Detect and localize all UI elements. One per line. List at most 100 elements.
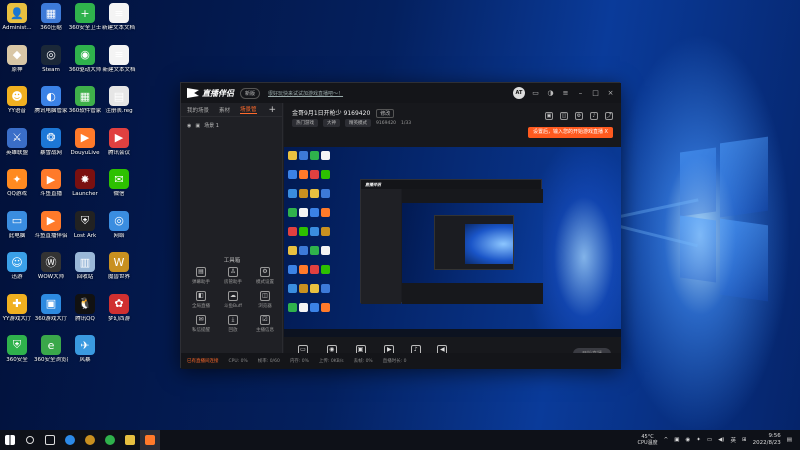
desktop-icon[interactable]: ▦ 360压缩	[34, 0, 68, 40]
desktop-icon[interactable]: ▶ DouyuLive	[68, 125, 102, 165]
desktop-icon[interactable]: ☻ YY语音	[0, 83, 34, 123]
nested-glow	[465, 224, 513, 264]
settings-icon[interactable]: ⚙	[575, 112, 583, 120]
room-tag[interactable]: 精英模式	[345, 119, 371, 127]
desktop-icon[interactable]: ▭ 此电脑	[0, 208, 34, 248]
tool-item[interactable]: ♙ 房管助手	[217, 267, 249, 285]
edit-title-button[interactable]: 修改	[376, 109, 395, 118]
desktop-icon[interactable]: ✸ Launcher	[68, 166, 102, 206]
desktop-icon[interactable]: Ⓦ WOW大师	[34, 249, 68, 289]
user-avatar[interactable]: AT	[513, 87, 525, 99]
taskbar-360[interactable]	[100, 430, 120, 450]
clock[interactable]: 9:56 2022/8/23	[753, 433, 781, 447]
start-button[interactable]	[0, 430, 20, 450]
tray-app-icon[interactable]: ✦	[696, 437, 701, 443]
ime-indicator[interactable]: 英	[730, 436, 736, 444]
desktop-icon[interactable]: ▥ 回收站	[68, 249, 102, 289]
task-view-button[interactable]	[40, 430, 60, 450]
tab-materials[interactable]: 素材	[219, 106, 230, 114]
app-titlebar[interactable]: 直播伴侣 新版 很好玩快来试试加游戏直播吧～！ AT ▭ ◑ ≡ – □ ×	[181, 83, 621, 103]
record-icon[interactable]: ▣	[545, 112, 553, 120]
desktop-icon[interactable]: ◐ 腾讯电脑管家	[34, 83, 68, 123]
desktop-icon[interactable]: ☺ 迅游	[0, 249, 34, 289]
live-preview[interactable]: 直播伴侣	[284, 147, 621, 337]
menu-icon[interactable]: ≡	[561, 89, 570, 98]
tool-item[interactable]: ⤓ 回放	[217, 315, 249, 333]
input-method-icon[interactable]: ⊞	[742, 437, 747, 443]
tool-item[interactable]: ☑ 主播信息	[249, 315, 281, 333]
tool-item[interactable]: ✉ 私信提醒	[185, 315, 217, 333]
desktop-icon[interactable]: ◆ 原神	[0, 42, 34, 82]
desktop-icon[interactable]: ≡ 新建文本文档	[102, 42, 136, 82]
taskbar-folder[interactable]	[120, 430, 140, 450]
tray-app-icon[interactable]: ◉	[685, 437, 690, 443]
add-scene-icon[interactable]: +	[268, 105, 276, 115]
desktop-icon-label: 360压缩	[40, 25, 62, 31]
stage-toolbar: ▣ ◫ ⚙ ♪ ⤴	[545, 112, 613, 120]
desktop-icon[interactable]: +360安全卫士	[68, 0, 102, 40]
desktop-icon[interactable]: ▣ 360游戏大厅	[34, 291, 68, 331]
close-icon[interactable]: ×	[606, 89, 615, 98]
setup-toast[interactable]: 设置后，输入您的开始游戏直播 X	[527, 127, 613, 138]
desktop-icon[interactable]: ◎ 网络	[102, 208, 136, 248]
app-icon: +	[75, 3, 95, 23]
desktop-icon[interactable]: ✉ 微信	[102, 166, 136, 206]
app-icon: ▥	[75, 252, 95, 272]
desktop-icon[interactable]: ▦ 360软件管家	[68, 83, 102, 123]
lock-icon[interactable]: ▣	[195, 123, 200, 129]
desktop-icon[interactable]: ⛨ 360安全	[0, 332, 34, 372]
desktop-icon[interactable]: ◎ Steam	[34, 42, 68, 82]
share-icon[interactable]: ⤴	[605, 112, 613, 120]
desktop-icon[interactable]: ◉ 360驱动大师	[68, 42, 102, 82]
taskbar-wow[interactable]	[80, 430, 100, 450]
room-tag[interactable]: 热门游戏	[292, 119, 318, 127]
volume-icon[interactable]: ◀)	[718, 437, 724, 443]
notice-link[interactable]: 很好玩快来试试加游戏直播吧～！	[268, 90, 343, 97]
network-icon[interactable]: ▭	[707, 437, 712, 443]
desktop-icon[interactable]: ❂ 暴雪战网	[34, 125, 68, 165]
maximize-icon[interactable]: □	[591, 89, 600, 98]
search-button[interactable]	[20, 430, 40, 450]
skin-icon[interactable]: ◑	[546, 89, 555, 98]
desktop-icon[interactable]: ✈ 风暴	[68, 332, 102, 372]
minimize-icon[interactable]: –	[576, 89, 585, 98]
desktop-icon[interactable]: 🐧 腾讯QQ	[68, 291, 102, 331]
scene-item[interactable]: ◉ ▣ 场景 1	[181, 117, 282, 134]
desktop-icon[interactable]: ✦ QQ游戏	[0, 166, 34, 206]
desktop-icon[interactable]: ▶ 斗鱼直播	[34, 166, 68, 206]
tool-item[interactable]: ⚙ 模式设置	[249, 267, 281, 285]
preview-desktop-icon	[288, 227, 297, 236]
tab-my-scenes[interactable]: 我的场景	[187, 106, 209, 114]
desktop-icon[interactable]: 👤 Administ...	[0, 0, 34, 40]
eye-icon[interactable]: ◉	[187, 123, 191, 129]
tool-item[interactable]: ☁ 斗鱼Buff	[217, 291, 249, 309]
tool-item[interactable]: ◧ 全局直播	[185, 291, 217, 309]
version-pill[interactable]: 新版	[240, 87, 261, 99]
desktop-icon-label: 原神	[11, 66, 23, 73]
desktop-icon[interactable]: ▤ 注册表.reg	[102, 83, 136, 123]
tool-item[interactable]: ▤ 弹幕助手	[185, 267, 217, 285]
screenshot-icon[interactable]: ◫	[560, 112, 568, 120]
desktop-icon[interactable]: e 360安全浏览器	[34, 332, 68, 372]
cpu-temp-widget[interactable]: 45°C CPU温度	[637, 434, 657, 446]
app-icon: Ⓦ	[41, 252, 61, 272]
desktop-icon[interactable]: ⛨ Lost Ark	[68, 208, 102, 248]
room-tag[interactable]: 大神	[323, 119, 340, 127]
desktop-icon[interactable]: ⚔ 英雄联盟	[0, 125, 34, 165]
tab-scene-manager[interactable]: 场景管	[240, 105, 257, 114]
desktop-icon[interactable]: ▶ 斗鱼直播伴侣	[34, 208, 68, 248]
message-icon[interactable]: ▭	[531, 89, 540, 98]
chevron-up-icon[interactable]: ^	[664, 437, 669, 443]
desktop-icon[interactable]: ≡ 新建文本文档 (3)	[102, 0, 136, 40]
tool-item[interactable]: ◫ 浏览器	[249, 291, 281, 309]
desktop-icon[interactable]: ▶ 腾讯会议	[102, 125, 136, 165]
bell-icon[interactable]: ♪	[590, 112, 598, 120]
desktop-icon[interactable]: ✚ YY游戏大厅	[0, 291, 34, 331]
desktop-icon[interactable]: ✿ 梦幻西游	[102, 291, 136, 331]
desktop-icon[interactable]: W 魔兽世界	[102, 249, 136, 289]
tool-icon: ▤	[196, 267, 206, 277]
taskbar-browser[interactable]	[60, 430, 80, 450]
tray-app-icon[interactable]: ▣	[674, 437, 679, 443]
taskbar-douyu-live[interactable]	[140, 430, 160, 450]
notification-icon[interactable]: ▤	[787, 437, 792, 443]
